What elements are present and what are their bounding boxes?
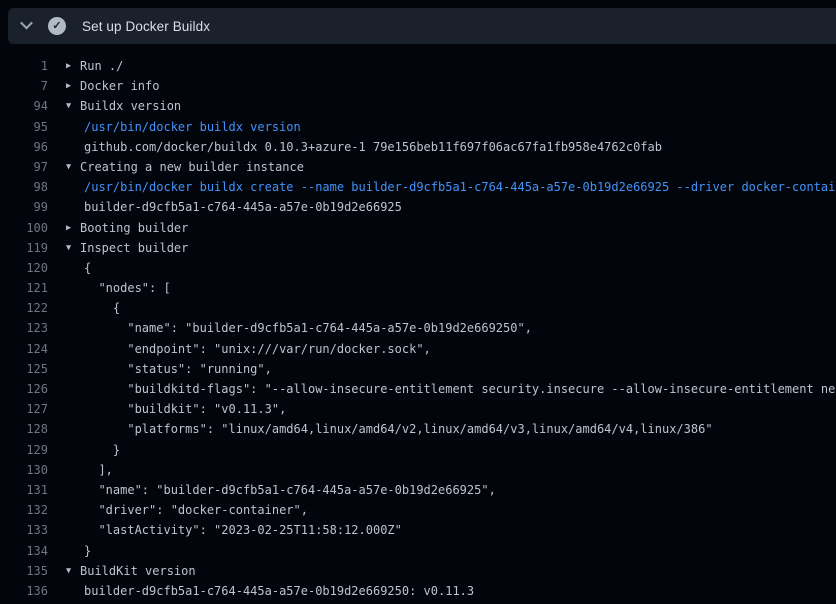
log-line: 120 { — [0, 258, 836, 278]
line-number[interactable]: 120 — [0, 258, 48, 278]
chevron-down-icon[interactable] — [20, 16, 33, 29]
log-line: 99 builder-d9cfb5a1-c764-445a-a57e-0b19d… — [0, 197, 836, 217]
log-line-text: /usr/bin/docker buildx create --name bui… — [48, 177, 836, 197]
line-number[interactable]: 94 — [0, 96, 48, 116]
log-line[interactable]: 7 ▶Docker info — [0, 76, 836, 96]
log-line-text: /usr/bin/docker buildx version — [48, 117, 301, 137]
line-number[interactable]: 1 — [0, 56, 48, 76]
step-status-check-icon: ✓ — [48, 17, 66, 35]
log-line[interactable]: 97 ▼Creating a new builder instance — [0, 157, 836, 177]
log-line: 127 "buildkit": "v0.11.3", — [0, 399, 836, 419]
log-line[interactable]: 100 ▶Booting builder — [0, 218, 836, 238]
log-line-text: ], — [48, 460, 113, 480]
line-number[interactable]: 126 — [0, 379, 48, 399]
log-line-text: "endpoint": "unix:///var/run/docker.sock… — [48, 339, 431, 359]
log-line-text: { — [48, 258, 91, 278]
line-number[interactable]: 97 — [0, 157, 48, 177]
log-line: 122 { — [0, 298, 836, 318]
log-line-text: Inspect builder — [80, 238, 188, 258]
log-line: 98 /usr/bin/docker buildx create --name … — [0, 177, 836, 197]
log-line-text: } — [48, 541, 91, 561]
log-line-text: Creating a new builder instance — [80, 157, 304, 177]
line-number[interactable]: 119 — [0, 238, 48, 258]
log-line-text: builder-d9cfb5a1-c764-445a-a57e-0b19d2e6… — [48, 197, 402, 217]
log-line: 96 github.com/docker/buildx 0.10.3+azure… — [0, 137, 836, 157]
log-line: 123 "name": "builder-d9cfb5a1-c764-445a-… — [0, 318, 836, 338]
line-number[interactable]: 122 — [0, 298, 48, 318]
line-number[interactable]: 124 — [0, 339, 48, 359]
log-line-text: "name": "builder-d9cfb5a1-c764-445a-a57e… — [48, 318, 532, 338]
log-line: 129 } — [0, 440, 836, 460]
log-line: 131 "name": "builder-d9cfb5a1-c764-445a-… — [0, 480, 836, 500]
line-number[interactable]: 135 — [0, 561, 48, 581]
log-line-text: "buildkitd-flags": "--allow-insecure-ent… — [48, 379, 836, 399]
log-line[interactable]: 119 ▼Inspect builder — [0, 238, 836, 258]
triangle-expanded-icon[interactable]: ▼ — [66, 561, 80, 581]
triangle-expanded-icon[interactable]: ▼ — [66, 96, 80, 116]
log-line: 125 "status": "running", — [0, 359, 836, 379]
log-line: 136 builder-d9cfb5a1-c764-445a-a57e-0b19… — [0, 581, 836, 601]
log-line-text: "lastActivity": "2023-02-25T11:58:12.000… — [48, 520, 402, 540]
log-line: 121 "nodes": [ — [0, 278, 836, 298]
line-number[interactable]: 99 — [0, 197, 48, 217]
log-line-text: "name": "builder-d9cfb5a1-c764-445a-a57e… — [48, 480, 496, 500]
line-number[interactable]: 95 — [0, 117, 48, 137]
line-number[interactable]: 98 — [0, 177, 48, 197]
log-line: 134 } — [0, 541, 836, 561]
log-line: 133 "lastActivity": "2023-02-25T11:58:12… — [0, 520, 836, 540]
log-line-text: Run ./ — [80, 56, 123, 76]
log-line-text: Booting builder — [80, 218, 188, 238]
log-line: 124 "endpoint": "unix:///var/run/docker.… — [0, 339, 836, 359]
triangle-collapsed-icon[interactable]: ▶ — [66, 76, 80, 96]
log-line: 130 ], — [0, 460, 836, 480]
line-number[interactable]: 134 — [0, 541, 48, 561]
log-line-text: { — [48, 298, 120, 318]
log-output: 1 ▶Run ./ 7 ▶Docker info 94 ▼Buildx vers… — [0, 56, 836, 601]
log-line-text: "platforms": "linux/amd64,linux/amd64/v2… — [48, 419, 713, 439]
step-header[interactable]: ✓ Set up Docker Buildx — [8, 8, 836, 44]
log-line: 126 "buildkitd-flags": "--allow-insecure… — [0, 379, 836, 399]
triangle-collapsed-icon[interactable]: ▶ — [66, 218, 80, 238]
log-line-text: builder-d9cfb5a1-c764-445a-a57e-0b19d2e6… — [48, 581, 474, 601]
line-number[interactable]: 7 — [0, 76, 48, 96]
line-number[interactable]: 127 — [0, 399, 48, 419]
log-line[interactable]: 94 ▼Buildx version — [0, 96, 836, 116]
line-number[interactable]: 123 — [0, 318, 48, 338]
line-number[interactable]: 125 — [0, 359, 48, 379]
log-line-text: "buildkit": "v0.11.3", — [48, 399, 286, 419]
line-number[interactable]: 130 — [0, 460, 48, 480]
log-line: 95 /usr/bin/docker buildx version — [0, 117, 836, 137]
log-line[interactable]: 135 ▼BuildKit version — [0, 561, 836, 581]
line-number[interactable]: 129 — [0, 440, 48, 460]
line-number[interactable]: 136 — [0, 581, 48, 601]
line-number[interactable]: 100 — [0, 218, 48, 238]
log-line[interactable]: 1 ▶Run ./ — [0, 56, 836, 76]
log-line-text: } — [48, 440, 120, 460]
log-line-text: Docker info — [80, 76, 159, 96]
triangle-expanded-icon[interactable]: ▼ — [66, 157, 80, 177]
step-title: Set up Docker Buildx — [82, 19, 210, 34]
log-line: 128 "platforms": "linux/amd64,linux/amd6… — [0, 419, 836, 439]
triangle-collapsed-icon[interactable]: ▶ — [66, 56, 80, 76]
log-line-text: BuildKit version — [80, 561, 196, 581]
line-number[interactable]: 133 — [0, 520, 48, 540]
line-number[interactable]: 132 — [0, 500, 48, 520]
log-line-text: "nodes": [ — [48, 278, 171, 298]
line-number[interactable]: 128 — [0, 419, 48, 439]
line-number[interactable]: 131 — [0, 480, 48, 500]
log-line-text: github.com/docker/buildx 0.10.3+azure-1 … — [48, 137, 662, 157]
line-number[interactable]: 96 — [0, 137, 48, 157]
log-line-text: "status": "running", — [48, 359, 272, 379]
log-line-text: "driver": "docker-container", — [48, 500, 308, 520]
line-number[interactable]: 121 — [0, 278, 48, 298]
log-line: 132 "driver": "docker-container", — [0, 500, 836, 520]
triangle-expanded-icon[interactable]: ▼ — [66, 238, 80, 258]
log-line-text: Buildx version — [80, 96, 181, 116]
